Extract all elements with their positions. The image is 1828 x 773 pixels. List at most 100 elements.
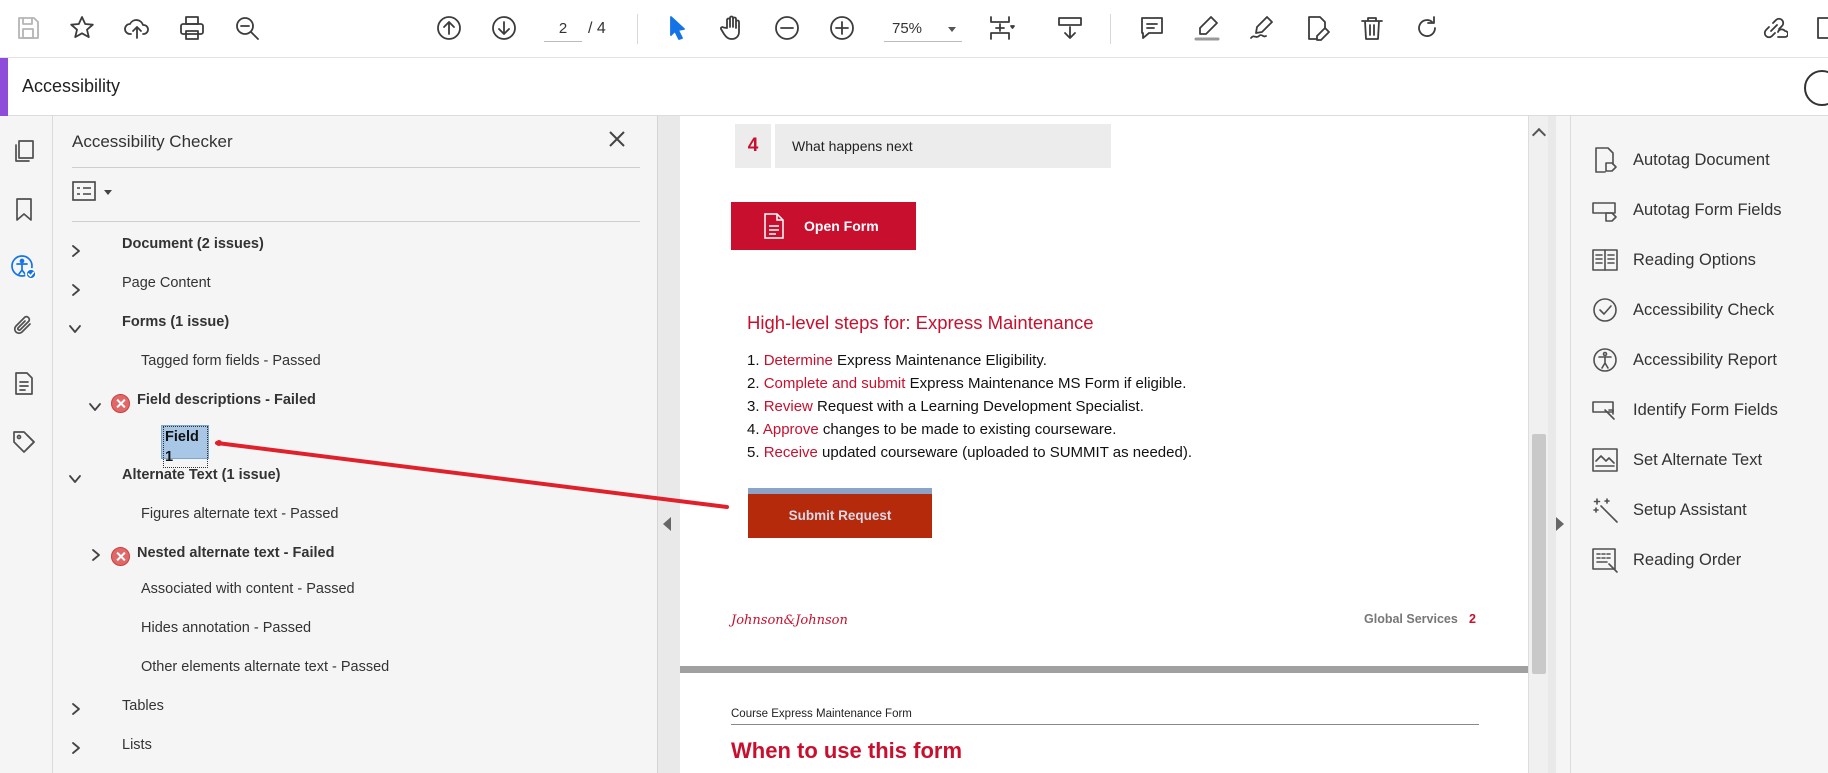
- accessibility-checker-icon[interactable]: [8, 251, 40, 283]
- tree-item-hides-annotation[interactable]: Hides annotation - Passed: [141, 616, 311, 640]
- chevron-down-icon[interactable]: [68, 322, 86, 340]
- step-text: changes to be made to existing coursewar…: [818, 421, 1117, 438]
- content-panel-icon[interactable]: [8, 367, 40, 399]
- chevron-down-icon[interactable]: [68, 472, 86, 490]
- close-tool-button[interactable]: [1804, 70, 1828, 106]
- chevron-right-icon[interactable]: [69, 283, 87, 301]
- zoom-level-select[interactable]: 75%: [884, 16, 962, 42]
- tool-title: Accessibility: [22, 76, 121, 96]
- reading-order-icon: [1592, 548, 1618, 573]
- identify-form-fields-icon: [1592, 401, 1615, 420]
- step-item: 1. Determine Express Maintenance Eligibi…: [747, 349, 1192, 372]
- document-icon: [764, 213, 784, 239]
- zoom-in-icon[interactable]: [824, 10, 860, 46]
- page2-divider: [731, 724, 1479, 725]
- reading-options-button[interactable]: Reading Options: [1591, 246, 1828, 276]
- page-up-icon[interactable]: [431, 10, 467, 46]
- tree-item-page-content[interactable]: Page Content: [122, 271, 211, 295]
- autotag-form-fields-button[interactable]: Autotag Form Fields: [1591, 196, 1828, 226]
- accessibility-report-button[interactable]: Accessibility Report: [1591, 346, 1828, 376]
- setup-assistant-button[interactable]: Setup Assistant: [1591, 496, 1828, 526]
- attachments-icon[interactable]: [8, 309, 40, 341]
- hand-icon[interactable]: [714, 10, 750, 46]
- collapse-right-panel-icon[interactable]: [1556, 517, 1564, 531]
- open-form-label: Open Form: [804, 218, 879, 234]
- set-alternate-text-button[interactable]: Set Alternate Text: [1591, 446, 1828, 476]
- scroll-mode-icon[interactable]: [1052, 10, 1088, 46]
- zoom-out-icon[interactable]: [769, 10, 805, 46]
- tree-item-lists[interactable]: Lists: [122, 733, 152, 757]
- navigation-rail: [0, 116, 53, 773]
- reading-order-button[interactable]: Reading Order: [1591, 546, 1828, 576]
- edit-pdf-icon[interactable]: [1299, 10, 1335, 46]
- share-link-icon[interactable]: [1756, 10, 1792, 46]
- bookmarks-icon[interactable]: [8, 193, 40, 225]
- tree-item-document[interactable]: Document (2 issues): [122, 232, 264, 256]
- tool-label: Reading Order: [1633, 551, 1742, 569]
- step-item: 3. Review Request with a Learning Develo…: [747, 395, 1192, 418]
- select-arrow-icon[interactable]: [659, 10, 695, 46]
- sign-icon[interactable]: [1244, 10, 1280, 46]
- page-break: [680, 666, 1528, 673]
- tree-item-alternate-text[interactable]: Alternate Text (1 issue): [122, 463, 280, 487]
- identify-form-fields-button[interactable]: Identify Form Fields: [1591, 396, 1828, 426]
- page2-heading: When to use this form: [731, 738, 962, 763]
- rotate-icon[interactable]: [1409, 10, 1445, 46]
- panel-title: Accessibility Checker: [72, 132, 233, 151]
- page2-header: Course Express Maintenance Form: [731, 708, 912, 720]
- tags-icon[interactable]: [8, 425, 40, 457]
- scroll-up-icon[interactable]: [1531, 127, 1547, 143]
- tree-item-associated-with-content[interactable]: Associated with content - Passed: [141, 577, 355, 601]
- chevron-down-icon[interactable]: [88, 400, 106, 418]
- autotag-document-button[interactable]: Autotag Document: [1591, 146, 1828, 176]
- tree-item-nested-alternate-text[interactable]: Nested alternate text - Failed: [137, 541, 334, 565]
- tree-item-forms[interactable]: Forms (1 issue): [122, 310, 229, 334]
- comment-icon[interactable]: [1134, 10, 1170, 46]
- tool-label: Accessibility Report: [1633, 351, 1777, 369]
- tree-item-field-descriptions[interactable]: Field descriptions - Failed: [137, 388, 316, 412]
- chevron-right-icon[interactable]: [69, 244, 87, 262]
- tree-item-other-elements-alternate-text[interactable]: Other elements alternate text - Passed: [141, 655, 389, 679]
- divider: [72, 221, 640, 222]
- zoom-search-icon[interactable]: [229, 10, 265, 46]
- vertical-scrollbar[interactable]: [1528, 116, 1548, 773]
- set-alternate-text-icon: [1592, 448, 1618, 472]
- tree-item-field-1-selected[interactable]: Field 1: [161, 425, 209, 468]
- scrollbar-thumb[interactable]: [1532, 434, 1546, 674]
- tool-label: Set Alternate Text: [1633, 451, 1763, 469]
- step-keyword: Review: [763, 398, 813, 415]
- submit-request-button[interactable]: Submit Request: [748, 488, 932, 538]
- failed-icon: [111, 394, 130, 413]
- print-icon[interactable]: [174, 10, 210, 46]
- page-number-input[interactable]: 2: [544, 16, 582, 42]
- cloud-upload-icon[interactable]: [119, 10, 155, 46]
- tool-label: Autotag Document: [1633, 151, 1770, 169]
- star-icon[interactable]: [64, 10, 100, 46]
- main-toolbar: 2 / 4 75%: [0, 0, 1828, 58]
- tree-item-tables[interactable]: Tables: [122, 694, 164, 718]
- save-icon[interactable]: [10, 10, 46, 46]
- highlight-icon[interactable]: [1189, 10, 1225, 46]
- tool-label: Setup Assistant: [1633, 501, 1747, 519]
- chevron-right-icon[interactable]: [89, 548, 107, 566]
- tree-item-tagged-form-fields[interactable]: Tagged form fields - Passed: [141, 349, 321, 373]
- collapse-left-panel-icon[interactable]: [663, 517, 671, 531]
- step-item: 4. Approve changes to be made to existin…: [747, 418, 1192, 441]
- open-form-button[interactable]: Open Form: [731, 202, 916, 250]
- tree-item-figures-alternate-text[interactable]: Figures alternate text - Passed: [141, 502, 338, 526]
- step-num: 5.: [747, 444, 760, 461]
- accessibility-check-button[interactable]: Accessibility Check: [1591, 296, 1828, 326]
- close-icon[interactable]: [606, 128, 632, 154]
- more-tools-icon[interactable]: [1810, 10, 1828, 46]
- step-text: Express Maintenance MS Form if eligible.: [905, 375, 1187, 392]
- delete-icon[interactable]: [1354, 10, 1390, 46]
- chevron-right-icon[interactable]: [69, 702, 87, 720]
- fit-page-icon[interactable]: [983, 10, 1019, 46]
- page-down-icon[interactable]: [486, 10, 522, 46]
- chevron-right-icon[interactable]: [69, 741, 87, 759]
- toolbar-divider: [637, 14, 638, 44]
- chevron-down-icon: [104, 190, 112, 195]
- page-thumbnails-icon[interactable]: [8, 135, 40, 167]
- footer-page-number: 2: [1469, 612, 1476, 626]
- options-menu-button[interactable]: [72, 180, 118, 208]
